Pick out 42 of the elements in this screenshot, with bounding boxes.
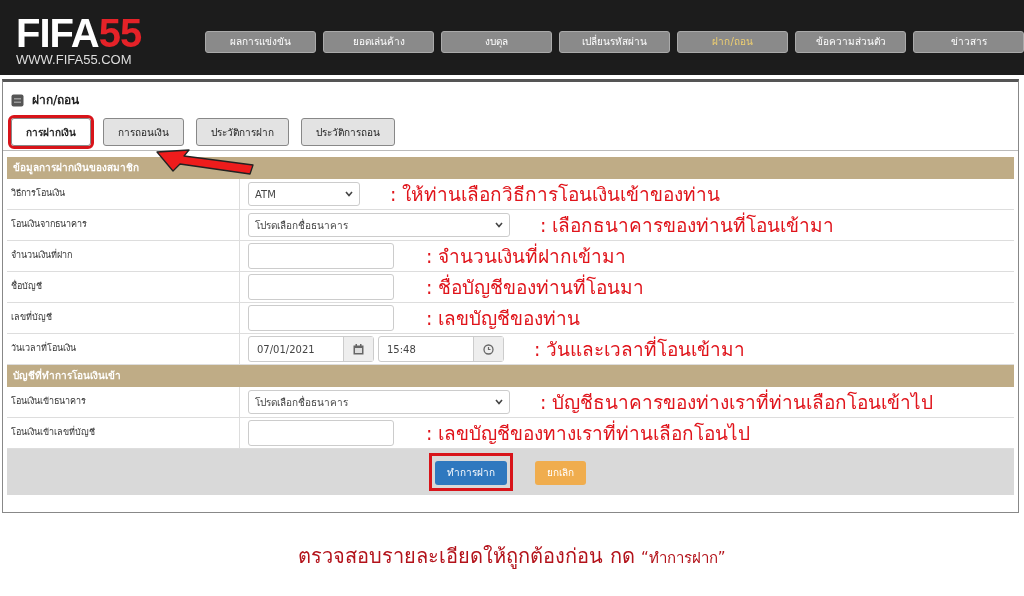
field-label: จำนวนเงินที่ฝาก: [7, 241, 240, 271]
tab[interactable]: การฝากเงิน: [11, 118, 91, 146]
field-label: วันเวลาที่โอนเงิน: [7, 334, 240, 364]
tab[interactable]: ประวัติการถอน: [301, 118, 395, 146]
website-address: WWW.FIFA55.COM: [16, 52, 133, 67]
field-label: เลขที่บัญชี: [7, 303, 240, 333]
page-title: ฝาก/ถอน: [32, 92, 80, 109]
annotation-text: : วันและเวลาที่โอนเข้ามา: [534, 335, 746, 362]
field-label: โอนเงินเข้าธนาคาร: [7, 387, 240, 417]
submit-button[interactable]: ทำการฝาก: [435, 460, 507, 485]
field-label: โอนเงินเข้าเลขที่บัญชี: [7, 418, 240, 448]
input-field[interactable]: [248, 274, 394, 300]
calendar-icon: [353, 343, 364, 355]
field-label: โอนเงินจากธนาคาร: [7, 210, 240, 240]
select-field[interactable]: โปรดเลือกชื่อธนาคาร: [248, 213, 510, 237]
annotation-text: : ให้ท่านเลือกวิธีการโอนเงินเข้าของท่าน: [390, 181, 721, 207]
date-field[interactable]: 07/01/2021: [248, 336, 374, 362]
field-label: วิธีการโอนเงิน: [7, 179, 240, 209]
tab[interactable]: ประวัติการฝาก: [196, 118, 289, 146]
input-field[interactable]: [248, 305, 394, 331]
select-field[interactable]: โปรดเลือกชื่อธนาคาร: [248, 390, 510, 414]
section-header: บัญชีที่ทำการโอนเงินเข้า: [7, 365, 1014, 387]
input-field[interactable]: [248, 243, 394, 269]
annotation-text: : เลขบัญชีของท่าน: [426, 305, 581, 331]
input-field[interactable]: [248, 420, 394, 446]
annotation-text: : ชื่อบัญชีของท่านที่โอนมา: [426, 273, 645, 300]
annotation-text: : เลือกธนาคารของท่านที่โอนเข้ามา: [540, 211, 835, 238]
time-field[interactable]: 15:48: [378, 336, 504, 362]
annotation-text: : จำนวนเงินที่ฝากเข้ามา: [426, 242, 627, 269]
section-header: ข้อมูลการฝากเงินของสมาชิก: [7, 157, 1014, 179]
clock-icon: [483, 343, 494, 355]
select-field[interactable]: ATM: [248, 182, 360, 206]
logo-text: FIFA55: [16, 12, 142, 53]
page-icon: [11, 93, 24, 107]
caret-icon: [495, 222, 503, 228]
tab[interactable]: การถอนเงิน: [103, 118, 184, 146]
caret-icon: [345, 191, 353, 197]
annotation-text: : บัญชีธนาคารของท่างเราที่ท่านเลือกโอนเข้าไป: [540, 388, 934, 415]
caption-text: ตรวจสอบรายละเอียดให้ถูกต้องก่อน กด “ทำการฝาก”: [297, 543, 727, 571]
annotation-text: : เลขบัญชีของทางเราที่ท่านเลือกโอนไป: [426, 419, 751, 446]
caret-icon: [495, 399, 503, 405]
field-label: ชื่อบัญชี: [7, 272, 240, 302]
